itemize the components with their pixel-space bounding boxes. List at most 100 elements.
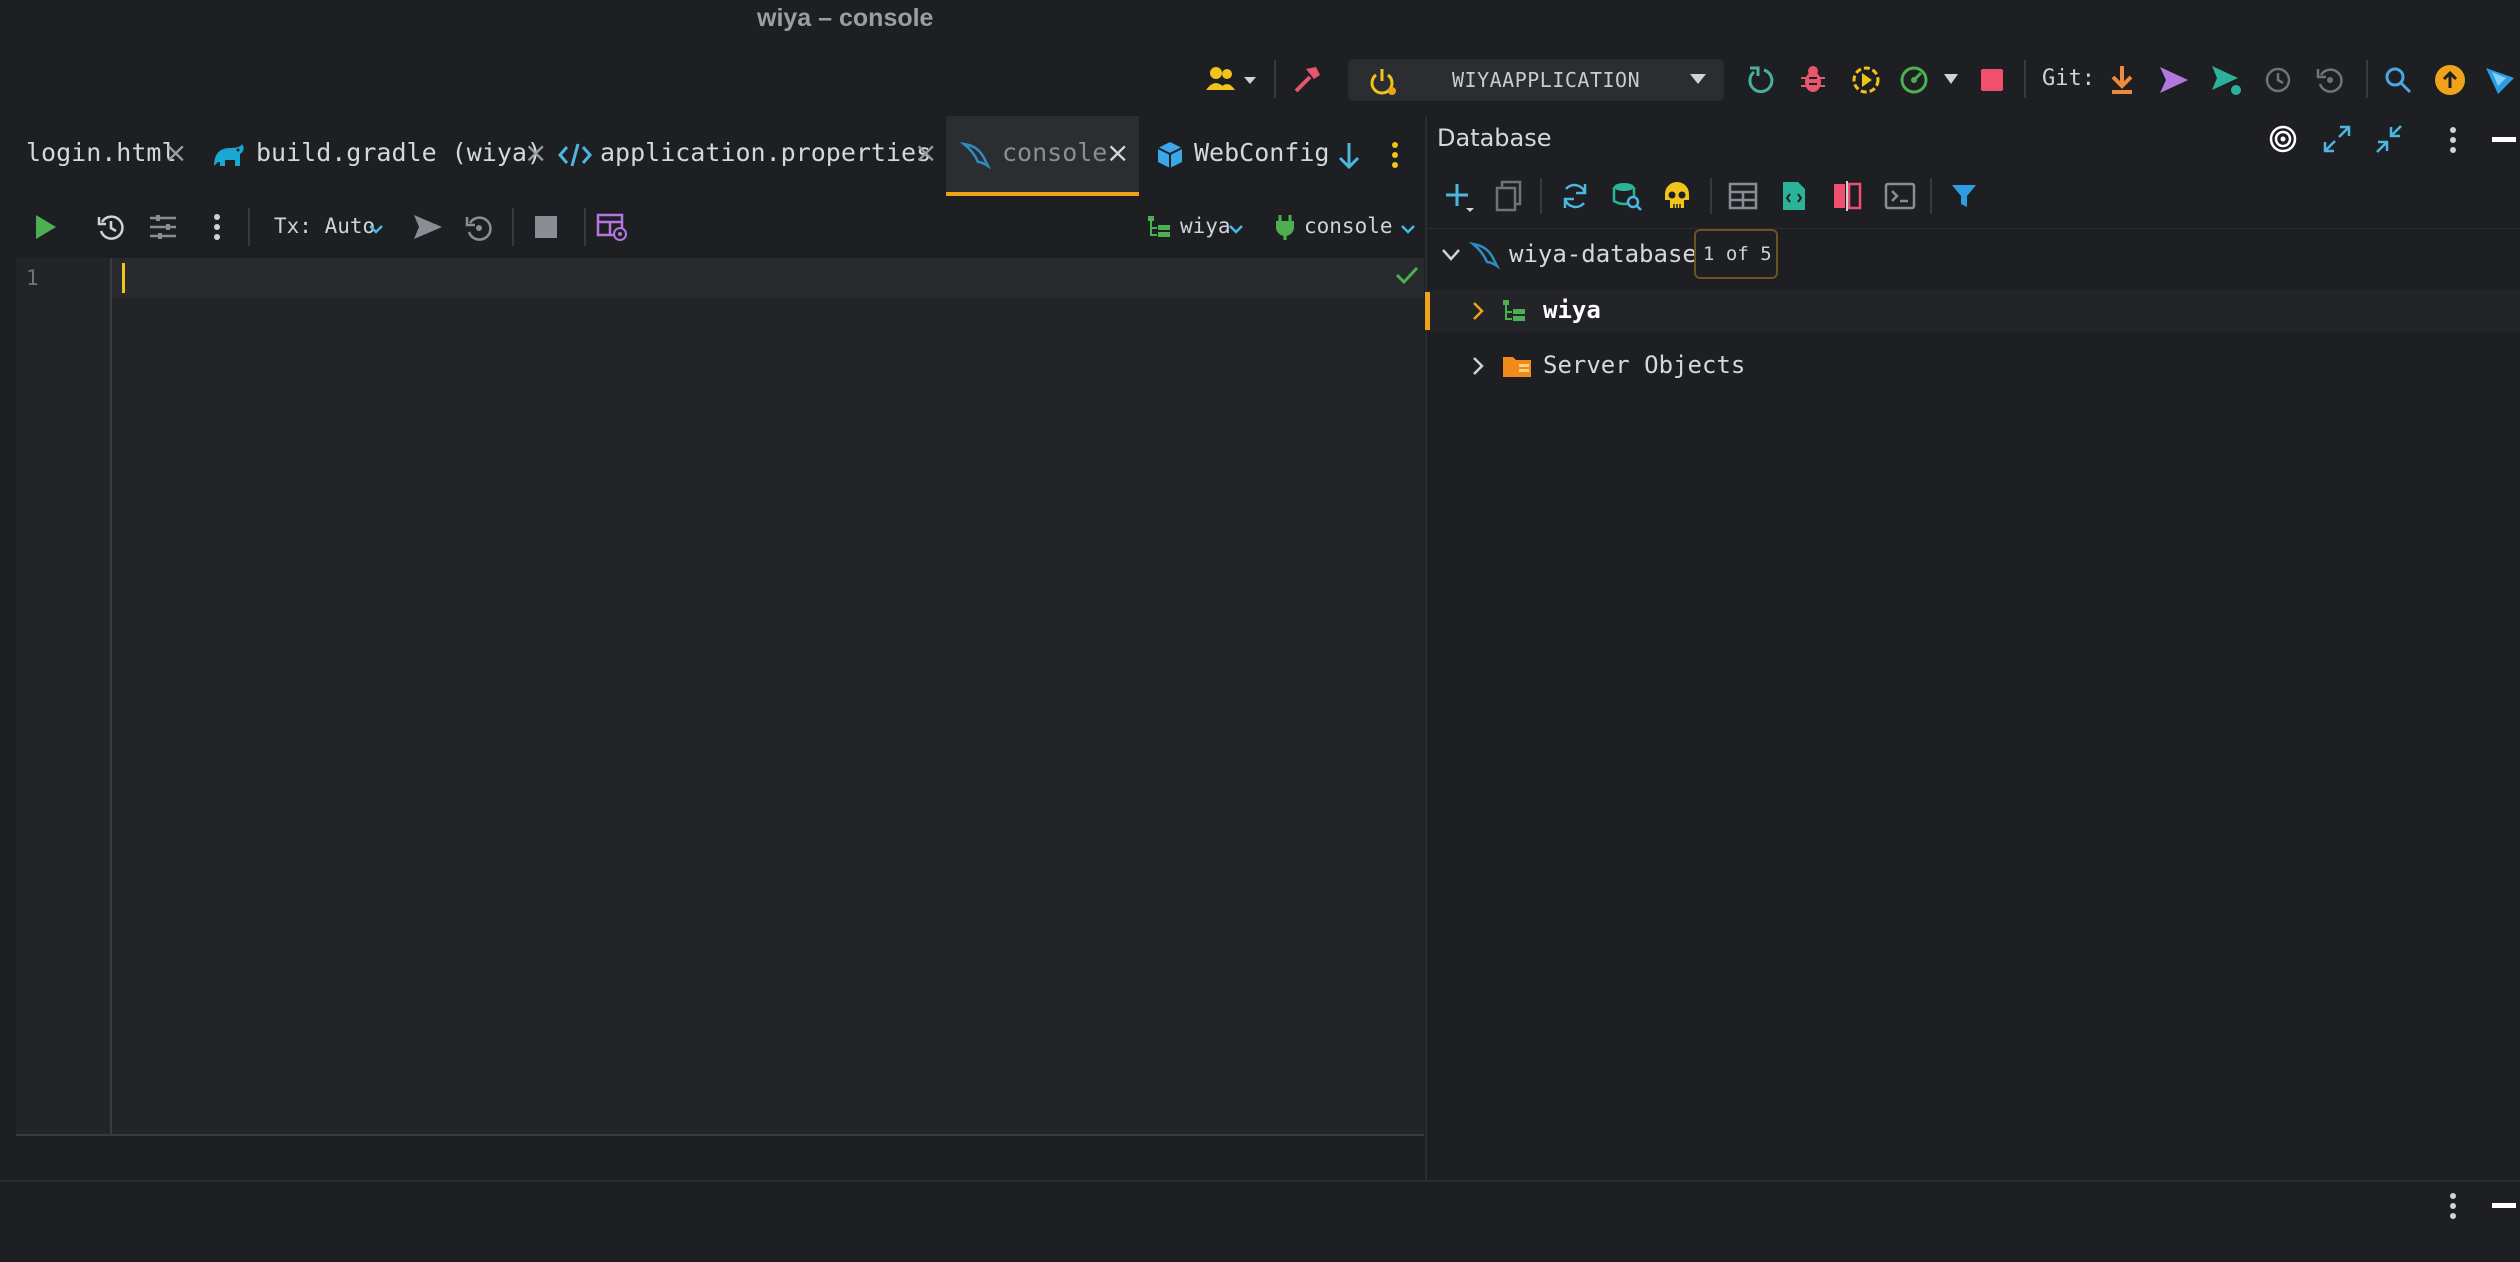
chevron-down-icon [1228, 224, 1244, 234]
gradle-elephant-icon [212, 140, 246, 170]
settings-sliders-icon[interactable] [148, 213, 178, 241]
tab-label: application.properties [600, 138, 932, 167]
schema-selector[interactable]: wiya [1126, 210, 1243, 244]
tab-webconfig[interactable]: WebConfig.j [1140, 116, 1334, 196]
commit-icon[interactable] [412, 213, 444, 241]
datasource-label: wiya-database [1509, 240, 1697, 268]
session-selector[interactable]: console [1272, 210, 1420, 244]
table-icon[interactable] [1728, 182, 1758, 210]
users-icon[interactable] [1206, 64, 1260, 94]
search-icon[interactable] [2383, 65, 2413, 95]
minimize-icon[interactable] [2492, 1203, 2516, 1209]
editor-tab-bar: login.html × build.gradle (wiya) × appli… [16, 116, 1424, 197]
profiler-icon[interactable] [1898, 64, 1930, 96]
code-icon [558, 141, 592, 169]
add-icon[interactable] [1444, 180, 1476, 214]
toolbar-divider [584, 208, 586, 246]
chevron-down-icon [1400, 224, 1416, 234]
close-icon[interactable]: × [1106, 136, 1129, 169]
stop-icon[interactable] [534, 215, 558, 239]
session-label: console [1304, 214, 1393, 238]
history-icon[interactable] [96, 212, 126, 242]
minimize-icon[interactable] [2492, 137, 2516, 143]
line-number-gutter [16, 258, 112, 1134]
tree-node-server-objects[interactable]: Server Objects [1427, 345, 2520, 387]
transaction-mode-selector[interactable]: Tx: Auto [274, 210, 396, 244]
chevron-down-icon[interactable] [1441, 248, 1461, 262]
chevron-right-icon[interactable] [1471, 356, 1485, 376]
toolbar-divider [1540, 178, 1542, 214]
run-coverage-icon[interactable] [1850, 64, 1882, 96]
schema-label: wiya [1543, 296, 1601, 324]
table-view-icon[interactable] [596, 212, 628, 242]
compare-icon[interactable] [1832, 180, 1862, 212]
database-panel-title: Database [1437, 124, 1552, 152]
schema-tree-icon [1501, 298, 1527, 324]
mysql-dolphin-icon [960, 140, 992, 170]
tree-node-wiya[interactable]: wiya [1427, 290, 2520, 332]
checkmark-icon [1394, 264, 1420, 286]
rollback-icon[interactable] [2315, 65, 2345, 95]
filter-icon[interactable] [1950, 182, 1978, 210]
git-commit-push-icon[interactable] [2210, 64, 2242, 96]
rerun-icon[interactable] [1746, 64, 1776, 96]
schema-tree-icon [1146, 214, 1172, 240]
transaction-mode-label: Tx: Auto [274, 214, 376, 238]
locate-target-icon[interactable] [2268, 124, 2298, 154]
schema-label: wiya [1180, 214, 1231, 238]
sql-editor[interactable] [16, 258, 1424, 1134]
expand-all-icon[interactable] [2322, 124, 2352, 154]
execute-icon[interactable] [32, 212, 60, 242]
collapse-all-icon[interactable] [2374, 124, 2404, 154]
ddl-file-icon[interactable] [1780, 180, 1808, 212]
more-vertical-icon[interactable] [2448, 1191, 2458, 1221]
tab-label: WebConfig.j [1194, 138, 1334, 167]
close-icon[interactable]: × [914, 136, 937, 169]
tree-node-datasource[interactable]: wiya-database [1427, 232, 2520, 278]
console-terminal-icon[interactable] [1884, 182, 1916, 210]
main-toolbar [0, 40, 2520, 116]
tab-application-properties[interactable]: application.properties × [556, 116, 937, 196]
close-icon[interactable]: × [524, 136, 547, 169]
title-bar [0, 0, 2520, 40]
toolbar-divider [1930, 178, 1932, 214]
toolbar-divider [512, 208, 514, 246]
history-icon[interactable] [2263, 65, 2293, 95]
more-vertical-icon[interactable] [2448, 125, 2458, 155]
power-icon[interactable] [1368, 66, 1398, 96]
update-available-icon[interactable] [2434, 64, 2466, 96]
toolbar-divider [248, 208, 250, 246]
toolbar-divider [2366, 60, 2368, 98]
schema-count-label: 1 of 5 [1703, 243, 1772, 265]
rollback-icon[interactable] [464, 213, 494, 243]
chevron-down-icon[interactable] [1688, 72, 1708, 86]
arrow-down-icon[interactable] [1336, 140, 1362, 172]
toolbar-divider [1274, 60, 1276, 98]
build-hammer-icon[interactable] [1292, 63, 1324, 95]
database-search-icon[interactable] [1612, 181, 1642, 211]
tab-label: build.gradle (wiya) [256, 138, 542, 167]
more-vertical-icon[interactable] [1390, 140, 1400, 170]
stop-icon[interactable] [1979, 67, 2005, 93]
tab-console[interactable]: console × [946, 116, 1139, 196]
chevron-down-icon[interactable] [1942, 72, 1960, 86]
close-icon[interactable]: × [164, 136, 187, 169]
tab-login-html[interactable]: login.html × [16, 116, 187, 196]
duplicate-icon[interactable] [1494, 180, 1524, 212]
jetbrains-ai-icon[interactable] [2484, 64, 2516, 96]
git-push-icon[interactable] [2158, 65, 2190, 95]
more-vertical-icon[interactable] [212, 212, 222, 242]
mysql-dolphin-icon [1469, 240, 1501, 270]
tab-build-gradle[interactable]: build.gradle (wiya) × [212, 116, 556, 196]
refresh-icon[interactable] [1560, 181, 1590, 211]
git-update-icon[interactable] [2108, 64, 2136, 96]
skull-icon[interactable] [1662, 180, 1692, 212]
bottom-tool-bar [0, 1180, 2520, 1262]
toolbar-divider [1710, 178, 1712, 214]
editor-footer [16, 1134, 1424, 1182]
tab-label: console [1002, 138, 1108, 167]
text-caret [122, 263, 125, 293]
chevron-right-icon[interactable] [1471, 301, 1485, 321]
debug-icon[interactable] [1798, 64, 1828, 96]
git-label: Git: [2042, 66, 2095, 91]
